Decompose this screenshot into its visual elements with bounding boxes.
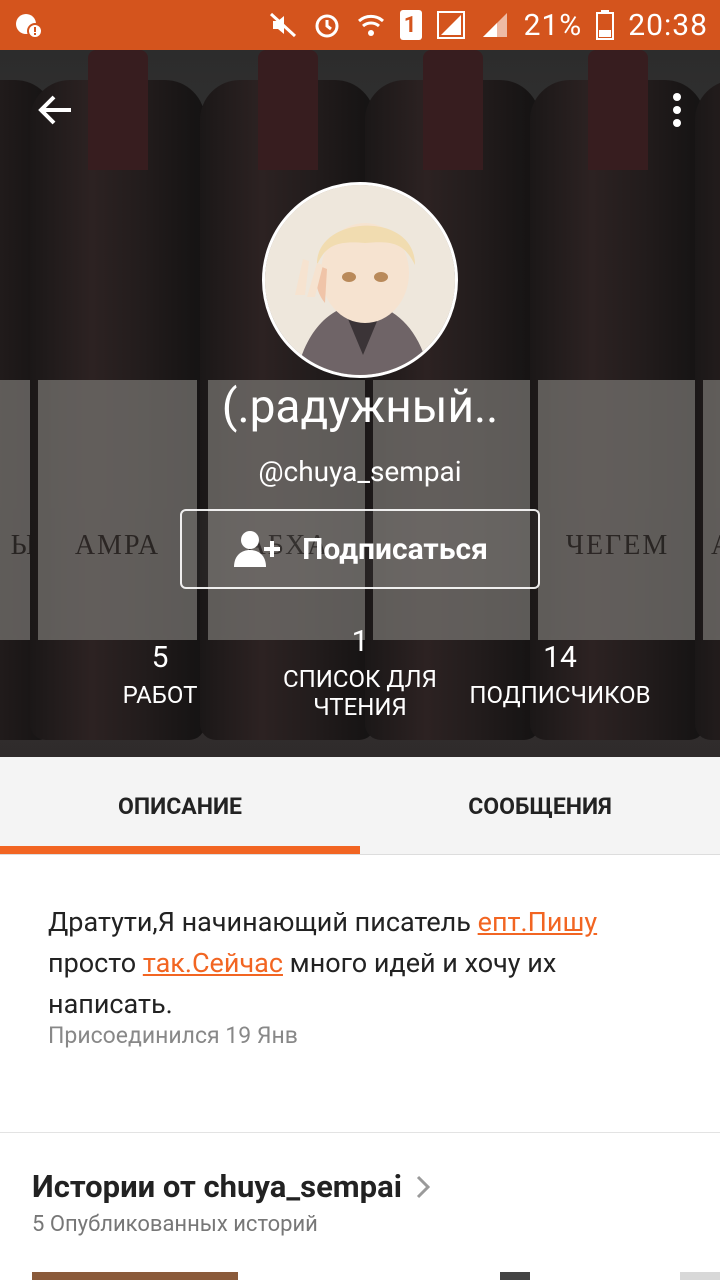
stat-followers-label: ПОДПИСЧИКОВ [469,681,651,709]
battery-icon [596,10,615,40]
more-vertical-icon [673,93,681,127]
alarm-icon [312,10,342,40]
profile-username: @chuya_sempai [258,455,462,488]
stat-reading-list[interactable]: 1 СПИСОК ДЛЯ ЧТЕНИЯ [270,624,450,721]
battery-percent: 21% [523,7,583,43]
story-cover[interactable] [32,1272,238,1280]
tab-description[interactable]: ОПИСАНИЕ [0,757,360,855]
description-text: просто [48,947,143,979]
stat-followers[interactable]: 14 ПОДПИСЧИКОВ [455,640,665,709]
stat-reading-list-label: СПИСОК ДЛЯ ЧТЕНИЯ [283,665,437,721]
story-cover[interactable] [500,1272,530,1280]
sim-icon: 1 [399,10,422,40]
back-button[interactable] [30,85,80,135]
stat-works-value: 5 [151,640,169,675]
tab-messages[interactable]: СООБЩЕНИЯ [360,757,720,855]
tab-description-label: ОПИСАНИЕ [118,792,242,820]
profile-description: Дратути,Я начинающий писатель епт.Пишу п… [48,902,680,1025]
joined-date: Присоединился 19 Янв [48,1022,298,1049]
stories-section-header[interactable]: Истории от chuya_sempai [32,1168,430,1205]
stat-works[interactable]: 5 РАБОТ [60,640,260,709]
stories-count: 5 Опубликованных историй [32,1212,318,1237]
avatar[interactable] [262,182,458,378]
description-text: Дратути,Я начинающий писатель [48,906,478,938]
stat-followers-value: 14 [543,640,577,675]
chevron-right-icon [416,1175,430,1198]
mute-icon [268,10,298,40]
description-link[interactable]: так.Сейчас [143,947,283,979]
wifi-icon [356,10,386,40]
avatar-image [265,185,455,375]
stat-reading-list-value: 1 [351,624,369,659]
follow-button-label: Подписаться [302,531,488,567]
story-cover[interactable] [680,1272,720,1280]
tab-messages-label: СООБЩЕНИЯ [468,792,612,820]
arrow-left-icon [38,95,71,125]
sim-number: 1 [403,12,418,38]
notification-icon [14,10,44,44]
active-tab-indicator [0,846,360,854]
section-divider [0,1132,720,1133]
profile-tabs: ОПИСАНИЕ СООБЩЕНИЯ [0,757,720,855]
signal-icon [436,10,466,40]
clock: 20:38 [628,7,708,43]
status-bar: 1 21% 20:38 [0,0,720,50]
description-link[interactable]: епт.Пишу [478,906,597,938]
more-options-button[interactable] [662,85,692,135]
add-user-icon [234,531,281,567]
stat-works-label: РАБОТ [122,681,198,709]
profile-header: Ы АМРА АБХА ЧЕГЕМ А [0,50,720,757]
profile-stats: 5 РАБОТ 1 СПИСОК ДЛЯ ЧТЕНИЯ 14 ПОДПИСЧИК… [0,624,720,740]
profile-display-name: (.радужный.. [221,380,499,434]
stories-title: Истории от chuya_sempai [32,1168,402,1205]
signal-strength-icon [480,10,510,40]
follow-button[interactable]: Подписаться [180,509,540,589]
